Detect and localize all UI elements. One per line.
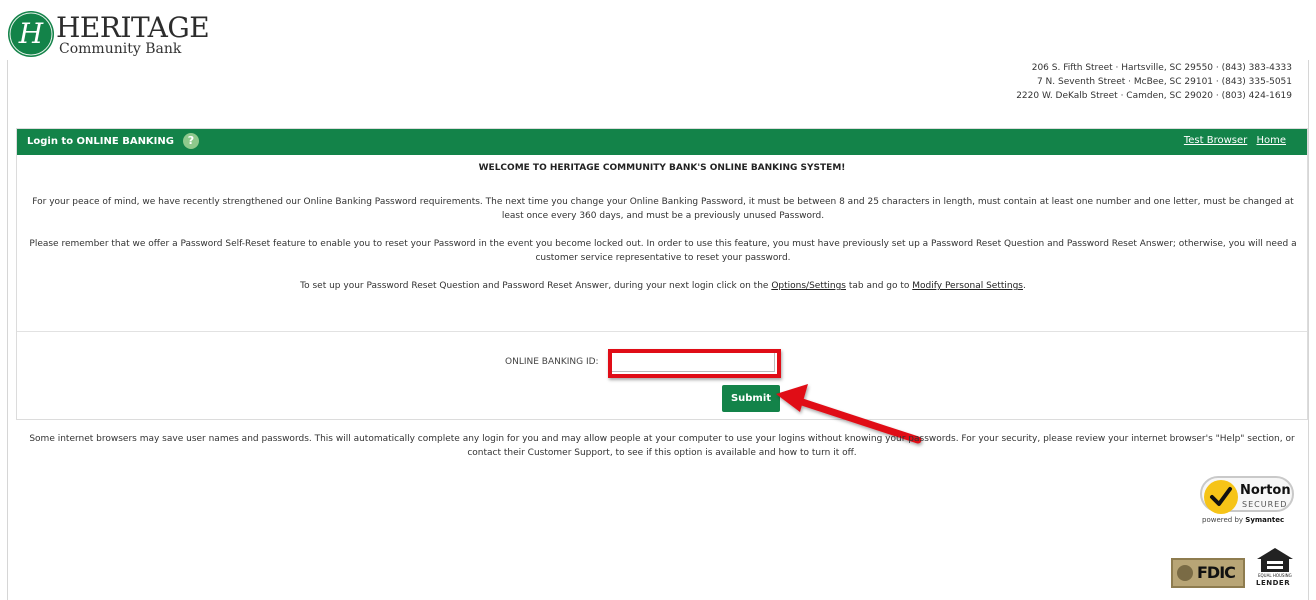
panel-divider [17,331,1307,332]
submit-button[interactable]: Submit [722,385,780,412]
branch-addresses: 206 S. Fifth Street · Hartsville, SC 295… [1016,61,1292,103]
fdic-seal-icon [1177,565,1193,581]
header-links: Test Browser Home [1178,135,1286,146]
norton-check-icon [1204,480,1238,514]
modify-personal-settings-link[interactable]: Modify Personal Settings [912,281,1023,291]
fdic-badge: FDIC [1171,558,1245,588]
online-banking-id-input[interactable] [611,352,775,372]
fdic-text: FDIC [1197,563,1236,582]
logo-mark-icon: H [8,11,54,57]
home-link[interactable]: Home [1256,135,1286,146]
setup-suffix: . [1022,281,1026,291]
page-border-right [1308,60,1309,600]
equal-housing-lender-badge: EQUAL HOUSING LENDER [1254,547,1296,593]
address-hartsville: 206 S. Fifth Street · Hartsville, SC 295… [1031,63,1292,73]
address-camden: 2220 W. DeKalb Street · Camden, SC 29020… [1016,91,1292,101]
online-banking-id-label: ONLINE BANKING ID: [505,357,599,367]
self-reset-text: Please remember that we offer a Password… [29,239,1297,263]
setup-instructions-text: To set up your Password Reset Question a… [27,279,1299,293]
equal-housing-house-icon [1257,548,1293,572]
login-panel: Login to ONLINE BANKING ? Test Browser H… [16,128,1308,420]
norton-powered-prefix: powered by [1202,516,1244,524]
saved-passwords-warning: Some internet browsers may save user nam… [29,434,1295,458]
page-border-left [7,60,8,600]
norton-secured-badge[interactable]: Norton SECURED powered by Symantec [1198,474,1294,528]
lender-text: LENDER [1256,579,1291,587]
logo-mark-letter: H [18,17,44,50]
welcome-heading: WELCOME TO HERITAGE COMMUNITY BANK'S ONL… [478,163,846,173]
panel-title: Login to ONLINE BANKING [27,136,174,147]
help-icon[interactable]: ? [183,133,199,149]
test-browser-link[interactable]: Test Browser [1184,135,1247,146]
norton-secured-text: SECURED [1242,500,1288,509]
password-requirements-text: For your peace of mind, we have recently… [32,197,1294,221]
address-mcbee: 7 N. Seventh Street · McBee, SC 29101 · … [1036,77,1292,87]
setup-middle: tab and go to [848,281,910,291]
norton-powered-by: powered by Symantec [1202,516,1284,524]
logo-subtitle: Community Bank [59,41,182,57]
norton-ring: Norton SECURED [1200,476,1294,514]
setup-prefix: To set up your Password Reset Question a… [300,281,769,291]
norton-wordmark: Norton [1240,483,1291,498]
norton-powered-brand: Symantec [1245,516,1285,524]
bank-logo[interactable]: H HERITAGE Community Bank [6,8,216,60]
logo-name: HERITAGE [56,11,210,44]
options-settings-link[interactable]: Options/Settings [771,281,846,291]
panel-header: Login to ONLINE BANKING ? Test Browser H… [17,129,1307,155]
equal-housing-text: EQUAL HOUSING [1258,573,1292,578]
